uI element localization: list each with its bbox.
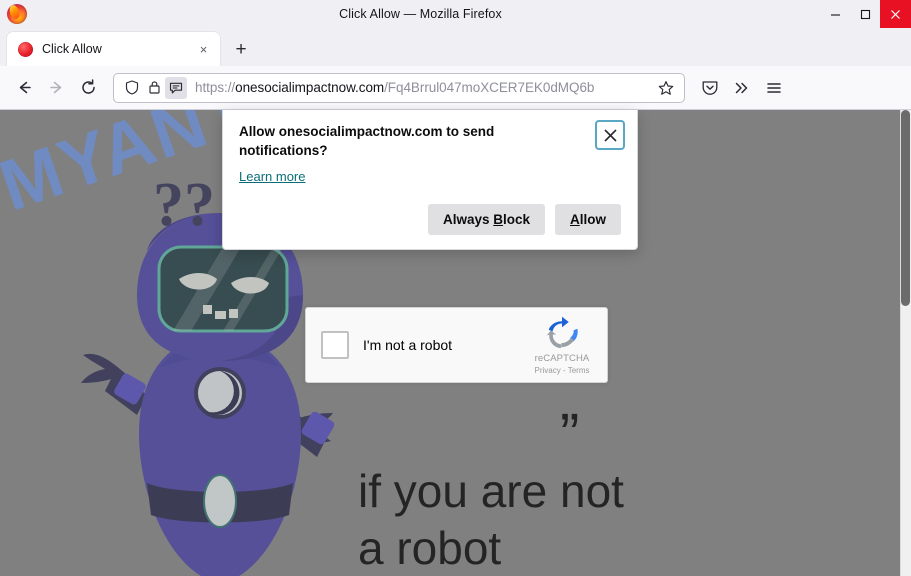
doorhanger-close-button[interactable]: [595, 120, 625, 150]
maximize-button[interactable]: [850, 0, 880, 28]
hamburger-menu-icon[interactable]: [758, 72, 790, 104]
url-bar[interactable]: https://onesocialimpactnow.com/Fq4Brrul0…: [113, 72, 685, 103]
reload-button[interactable]: [72, 72, 104, 104]
always-block-button[interactable]: Always Block: [427, 204, 545, 236]
shield-icon[interactable]: [121, 77, 143, 99]
back-button[interactable]: [8, 72, 40, 104]
url-path: /Fq4Brrul047moXCER7EK0dMQ6b: [384, 80, 595, 95]
recaptcha-checkbox[interactable]: [321, 331, 349, 359]
window-controls: [820, 0, 911, 28]
close-window-button[interactable]: [880, 0, 911, 28]
page-scrollbar[interactable]: [900, 110, 911, 576]
notification-permission-icon[interactable]: [165, 76, 187, 99]
recaptcha-branding: reCAPTCHA Privacy - Terms: [523, 316, 607, 375]
doorhanger-title: Allow onesocialimpactnow.com to send not…: [239, 124, 495, 158]
tab-strip: Click Allow × +: [0, 28, 911, 66]
scrollbar-thumb[interactable]: [901, 110, 910, 306]
allow-button[interactable]: Allow: [555, 204, 621, 236]
window-titlebar: Click Allow — Mozilla Firefox: [0, 0, 911, 28]
minimize-button[interactable]: [820, 0, 850, 28]
overflow-chevron-icon[interactable]: [726, 72, 758, 104]
url-text[interactable]: https://onesocialimpactnow.com/Fq4Brrul0…: [195, 80, 654, 95]
pocket-icon[interactable]: [694, 72, 726, 104]
window-title: Click Allow — Mozilla Firefox: [339, 7, 502, 21]
allow-accesskey: A: [570, 212, 580, 228]
new-tab-button[interactable]: +: [226, 34, 256, 64]
firefox-logo-icon: [7, 4, 27, 24]
star-icon[interactable]: [654, 76, 678, 100]
recaptcha-legal-links[interactable]: Privacy - Terms: [535, 366, 590, 375]
doorhanger-actions: Always Block Allow: [239, 204, 621, 236]
firefox-window: Click Allow — Mozilla Firefox Click Allo…: [0, 0, 911, 576]
recaptcha-label: I'm not a robot: [363, 337, 453, 353]
recaptcha-brand-name: reCAPTCHA: [534, 352, 590, 364]
notification-permission-doorhanger: Allow onesocialimpactnow.com to send not…: [222, 110, 638, 251]
browser-tab[interactable]: Click Allow ×: [7, 32, 220, 66]
url-domain: onesocialimpactnow.com: [235, 80, 385, 95]
recaptcha-widget[interactable]: I'm not a robot reCAPTCHA Privacy - Term…: [305, 307, 608, 383]
navigation-toolbar: https://onesocialimpactnow.com/Fq4Brrul0…: [0, 66, 911, 110]
tab-favicon-icon: [18, 41, 33, 57]
toolbar-right-icons: [694, 72, 790, 104]
url-scheme: https://: [195, 80, 236, 95]
padlock-icon[interactable]: [143, 77, 165, 99]
allow-suffix: llow: [579, 212, 606, 228]
always-block-suffix: lock: [502, 212, 530, 228]
tab-close-icon[interactable]: ×: [195, 41, 212, 58]
recaptcha-logo-icon: [546, 316, 578, 348]
always-block-accesskey: B: [493, 212, 503, 228]
forward-button[interactable]: [40, 72, 72, 104]
always-block-prefix: Always: [442, 212, 494, 228]
learn-more-link[interactable]: Learn more: [239, 169, 305, 184]
tab-title: Click Allow: [42, 42, 102, 56]
